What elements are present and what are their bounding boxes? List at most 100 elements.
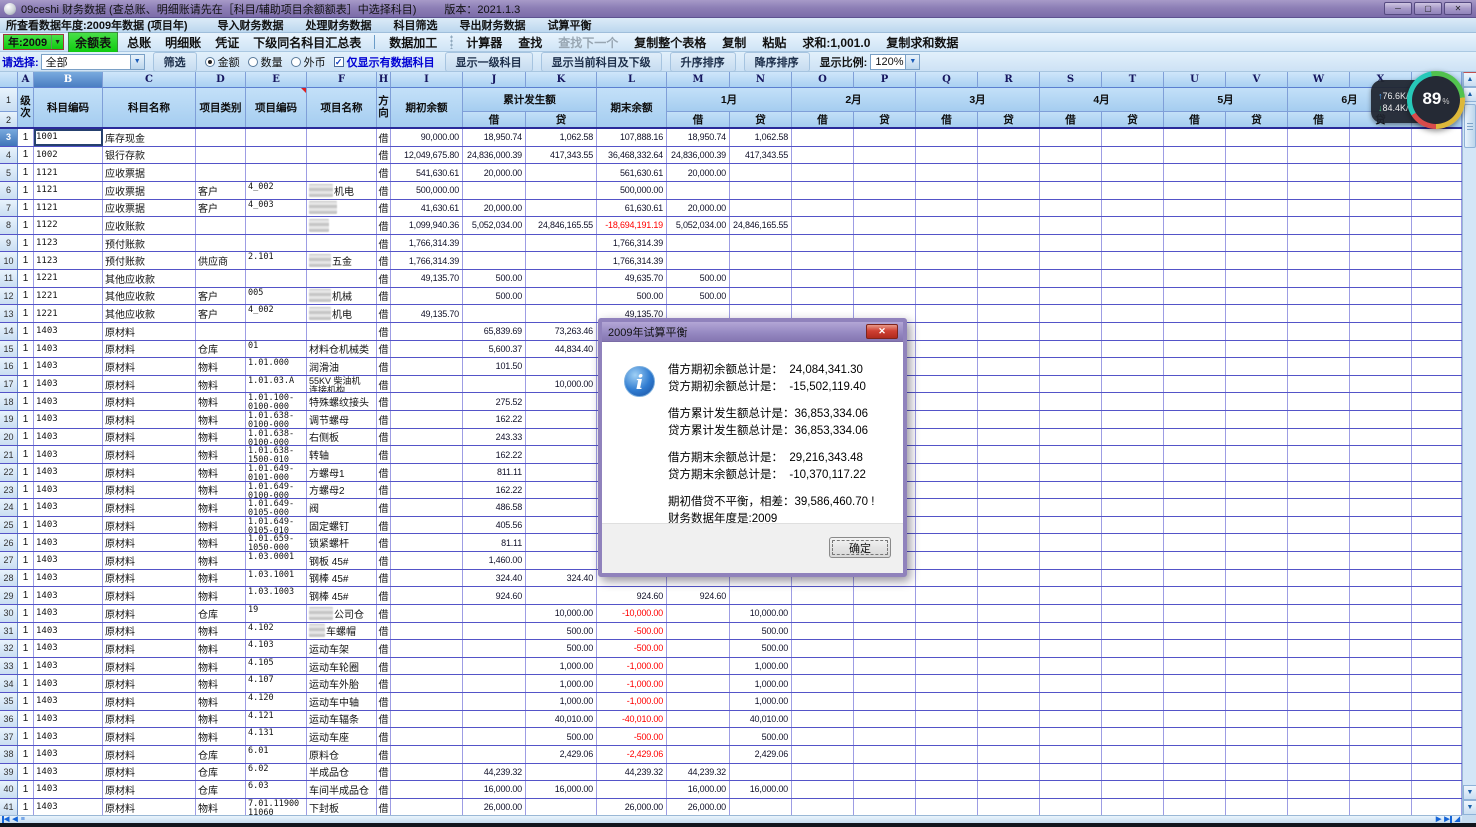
cell-month1-debit[interactable]: 24,836,000.39 [667, 147, 730, 164]
header-debit[interactable]: 借 [1288, 112, 1350, 127]
cell-closing-balance[interactable]: -1,000.00 [597, 658, 667, 675]
cell-empty[interactable] [978, 164, 1040, 181]
cell-account-name[interactable]: 原材料 [103, 570, 196, 587]
cell-empty[interactable] [854, 728, 916, 745]
cell-accum-debit[interactable]: 162.22 [463, 411, 526, 428]
cell-empty[interactable] [916, 341, 978, 358]
cell-empty[interactable] [792, 288, 854, 305]
cell-account-code[interactable]: 1403 [34, 517, 103, 534]
column-letter-M[interactable]: M [667, 72, 730, 88]
cell-empty[interactable] [792, 746, 854, 763]
cell-empty[interactable] [1164, 499, 1226, 516]
row-number[interactable]: 39 [0, 764, 18, 781]
cell-empty[interactable] [1226, 605, 1288, 622]
cell-empty[interactable] [1040, 464, 1102, 481]
cell-accum-debit[interactable]: 811.11 [463, 464, 526, 481]
cell-level[interactable]: 1 [18, 517, 34, 534]
cell-level[interactable]: 1 [18, 200, 34, 217]
cell-month1-credit[interactable]: 24,846,165.55 [730, 217, 792, 234]
vertical-scroll-thumb[interactable] [1464, 104, 1476, 148]
cell-empty[interactable] [1164, 182, 1226, 199]
cell-project-code[interactable]: 005 [246, 288, 307, 305]
cell-project-name[interactable] [307, 147, 377, 164]
cell-account-code[interactable]: 1403 [34, 534, 103, 551]
cell-project-name[interactable]: 机械 [307, 288, 377, 305]
cell-accum-debit[interactable]: 81.11 [463, 534, 526, 551]
cell-level[interactable]: 1 [18, 482, 34, 499]
cell-empty[interactable] [1164, 217, 1226, 234]
cell-empty[interactable] [1040, 270, 1102, 287]
cell-level[interactable]: 1 [18, 675, 34, 692]
radio-dot-icon[interactable] [248, 57, 258, 67]
cell-empty[interactable] [1102, 376, 1164, 393]
cell-empty[interactable] [916, 147, 978, 164]
row-number[interactable]: 32 [0, 640, 18, 657]
row-number[interactable]: 38 [0, 746, 18, 763]
cell-empty[interactable] [916, 623, 978, 640]
row-number[interactable]: 5 [0, 164, 18, 181]
column-letter-O[interactable]: O [792, 72, 854, 88]
cell-accum-debit[interactable] [463, 605, 526, 622]
cell-empty[interactable] [1226, 640, 1288, 657]
row-number[interactable]: 40 [0, 781, 18, 798]
cell-empty[interactable] [1350, 411, 1412, 428]
cell-direction[interactable]: 借 [377, 781, 391, 798]
cell-empty[interactable] [978, 411, 1040, 428]
cell-accum-debit[interactable]: 44,239.32 [463, 764, 526, 781]
column-letter-B[interactable]: B [34, 72, 103, 88]
cell-account-code[interactable]: 1403 [34, 640, 103, 657]
cell-accum-credit[interactable] [526, 182, 597, 199]
cell-project-code[interactable]: 6.01 [246, 746, 307, 763]
cell-project-name[interactable]: 车螺帽 [307, 623, 377, 640]
ok-button[interactable]: 确定 [829, 537, 891, 558]
header-pcat[interactable]: 项目类别 [196, 88, 246, 127]
cell-empty[interactable] [916, 482, 978, 499]
cell-empty[interactable] [854, 147, 916, 164]
cell-project-name[interactable] [307, 129, 377, 146]
cell-project-code[interactable]: 1.01.638-0100-000 [246, 429, 307, 446]
cell-empty[interactable] [1164, 764, 1226, 781]
cell-opening-balance[interactable]: 41,630.61 [391, 200, 463, 217]
close-button[interactable]: ✕ [1444, 2, 1472, 15]
cell-empty[interactable] [1102, 499, 1164, 516]
cell-empty[interactable] [1350, 623, 1412, 640]
cell-empty[interactable] [1288, 693, 1350, 710]
cell-empty[interactable] [1350, 464, 1412, 481]
cell-direction[interactable]: 借 [377, 429, 391, 446]
cell-empty[interactable] [916, 517, 978, 534]
cell-opening-balance[interactable] [391, 482, 463, 499]
cell-project-name[interactable]: 车间半成品仓 [307, 781, 377, 798]
toolbar-item[interactable]: 粘贴 [754, 33, 794, 52]
cell-account-code[interactable]: 1403 [34, 623, 103, 640]
cell-empty[interactable] [1350, 764, 1412, 781]
cell-accum-credit[interactable] [526, 164, 597, 181]
cell-project-name[interactable]: 钢板 45# [307, 552, 377, 569]
row-number[interactable]: 15 [0, 341, 18, 358]
cell-empty[interactable] [1164, 164, 1226, 181]
cell-empty[interactable] [1350, 429, 1412, 446]
cell-empty[interactable] [1288, 376, 1350, 393]
cell-empty[interactable] [978, 464, 1040, 481]
cell-accum-debit[interactable] [463, 693, 526, 710]
cell-empty[interactable] [1350, 393, 1412, 410]
cell-empty[interactable] [1040, 235, 1102, 252]
cell-opening-balance[interactable] [391, 376, 463, 393]
column-letter-L[interactable]: L [597, 72, 667, 88]
cell-empty[interactable] [978, 534, 1040, 551]
chevron-down-icon[interactable]: ▼ [51, 35, 63, 49]
cell-project-name[interactable]: 方螺母2 [307, 482, 377, 499]
cell-empty[interactable] [1350, 200, 1412, 217]
cell-direction[interactable]: 借 [377, 411, 391, 428]
cell-empty[interactable] [1040, 446, 1102, 463]
cell-accum-credit[interactable]: 1,000.00 [526, 693, 597, 710]
toolbar-item[interactable]: 计算器 [458, 33, 510, 52]
cell-project-category[interactable]: 客户 [196, 305, 246, 322]
cell-accum-debit[interactable] [463, 658, 526, 675]
cell-project-name[interactable]: 运动车轮圈 [307, 658, 377, 675]
cell-account-name[interactable]: 原材料 [103, 728, 196, 745]
cell-level[interactable]: 1 [18, 358, 34, 375]
cell-empty[interactable] [978, 623, 1040, 640]
cell-empty[interactable] [978, 658, 1040, 675]
cell-empty[interactable] [1288, 499, 1350, 516]
cell-empty[interactable] [1350, 728, 1412, 745]
